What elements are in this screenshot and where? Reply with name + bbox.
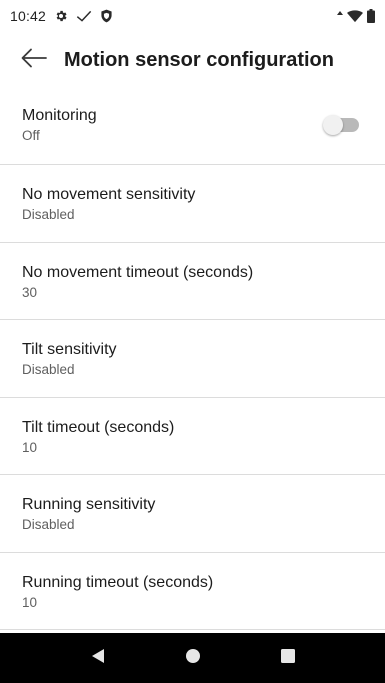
setting-summary: Disabled: [22, 207, 75, 222]
setting-title: Running sensitivity: [22, 496, 156, 513]
back-triangle-icon: [91, 648, 105, 669]
status-left: 10:42: [10, 8, 113, 24]
status-bar: 10:42: [0, 0, 385, 32]
home-circle-icon: [185, 648, 201, 669]
status-right: [337, 9, 375, 23]
setting-title: No movement timeout (seconds): [22, 263, 254, 281]
nav-home-button[interactable]: [169, 634, 217, 682]
navigation-bar: [0, 633, 385, 683]
settings-list: Monitoring Off No movement sensitivity D…: [0, 88, 385, 630]
setting-no-movement-timeout[interactable]: No movement timeout (seconds) 30: [0, 243, 385, 320]
monitoring-toggle[interactable]: [323, 115, 359, 135]
wifi-icon: [347, 9, 363, 23]
setting-tilt-timeout[interactable]: Tilt timeout (seconds) 10: [0, 398, 385, 475]
setting-title: Tilt timeout (seconds): [22, 418, 175, 436]
back-button[interactable]: [6, 32, 62, 88]
setting-summary: Disabled: [22, 362, 75, 377]
setting-summary: Off: [22, 128, 40, 143]
setting-title: Tilt sensitivity: [22, 341, 117, 358]
gear-icon: [54, 9, 68, 23]
setting-title: No movement sensitivity: [22, 186, 196, 203]
status-time: 10:42: [10, 8, 47, 24]
toggle-thumb: [323, 115, 343, 135]
setting-no-movement-sensitivity[interactable]: No movement sensitivity Disabled: [0, 165, 385, 243]
shield-icon: [100, 9, 113, 23]
setting-running-sensitivity[interactable]: Running sensitivity Disabled: [0, 475, 385, 553]
arrow-left-icon: [21, 48, 47, 73]
screen: 10:42 Motion sensor configuration Monito…: [0, 0, 385, 683]
data-arrows-icon: [337, 11, 343, 21]
setting-tilt-sensitivity[interactable]: Tilt sensitivity Disabled: [0, 320, 385, 398]
recents-square-icon: [280, 648, 295, 668]
battery-icon: [367, 9, 375, 23]
setting-title: Monitoring: [22, 107, 97, 124]
setting-summary: 10: [22, 594, 38, 610]
nav-recents-button[interactable]: [264, 634, 312, 682]
app-bar: Motion sensor configuration: [0, 32, 385, 88]
setting-monitoring[interactable]: Monitoring Off: [0, 88, 385, 165]
check-icon: [76, 9, 92, 23]
nav-back-button[interactable]: [74, 634, 122, 682]
setting-title: Running timeout (seconds): [22, 573, 214, 591]
setting-running-timeout[interactable]: Running timeout (seconds) 10: [0, 553, 385, 630]
setting-summary: 30: [22, 284, 38, 300]
setting-summary: 10: [22, 439, 38, 455]
setting-summary: Disabled: [22, 517, 75, 532]
page-title: Motion sensor configuration: [64, 48, 334, 71]
